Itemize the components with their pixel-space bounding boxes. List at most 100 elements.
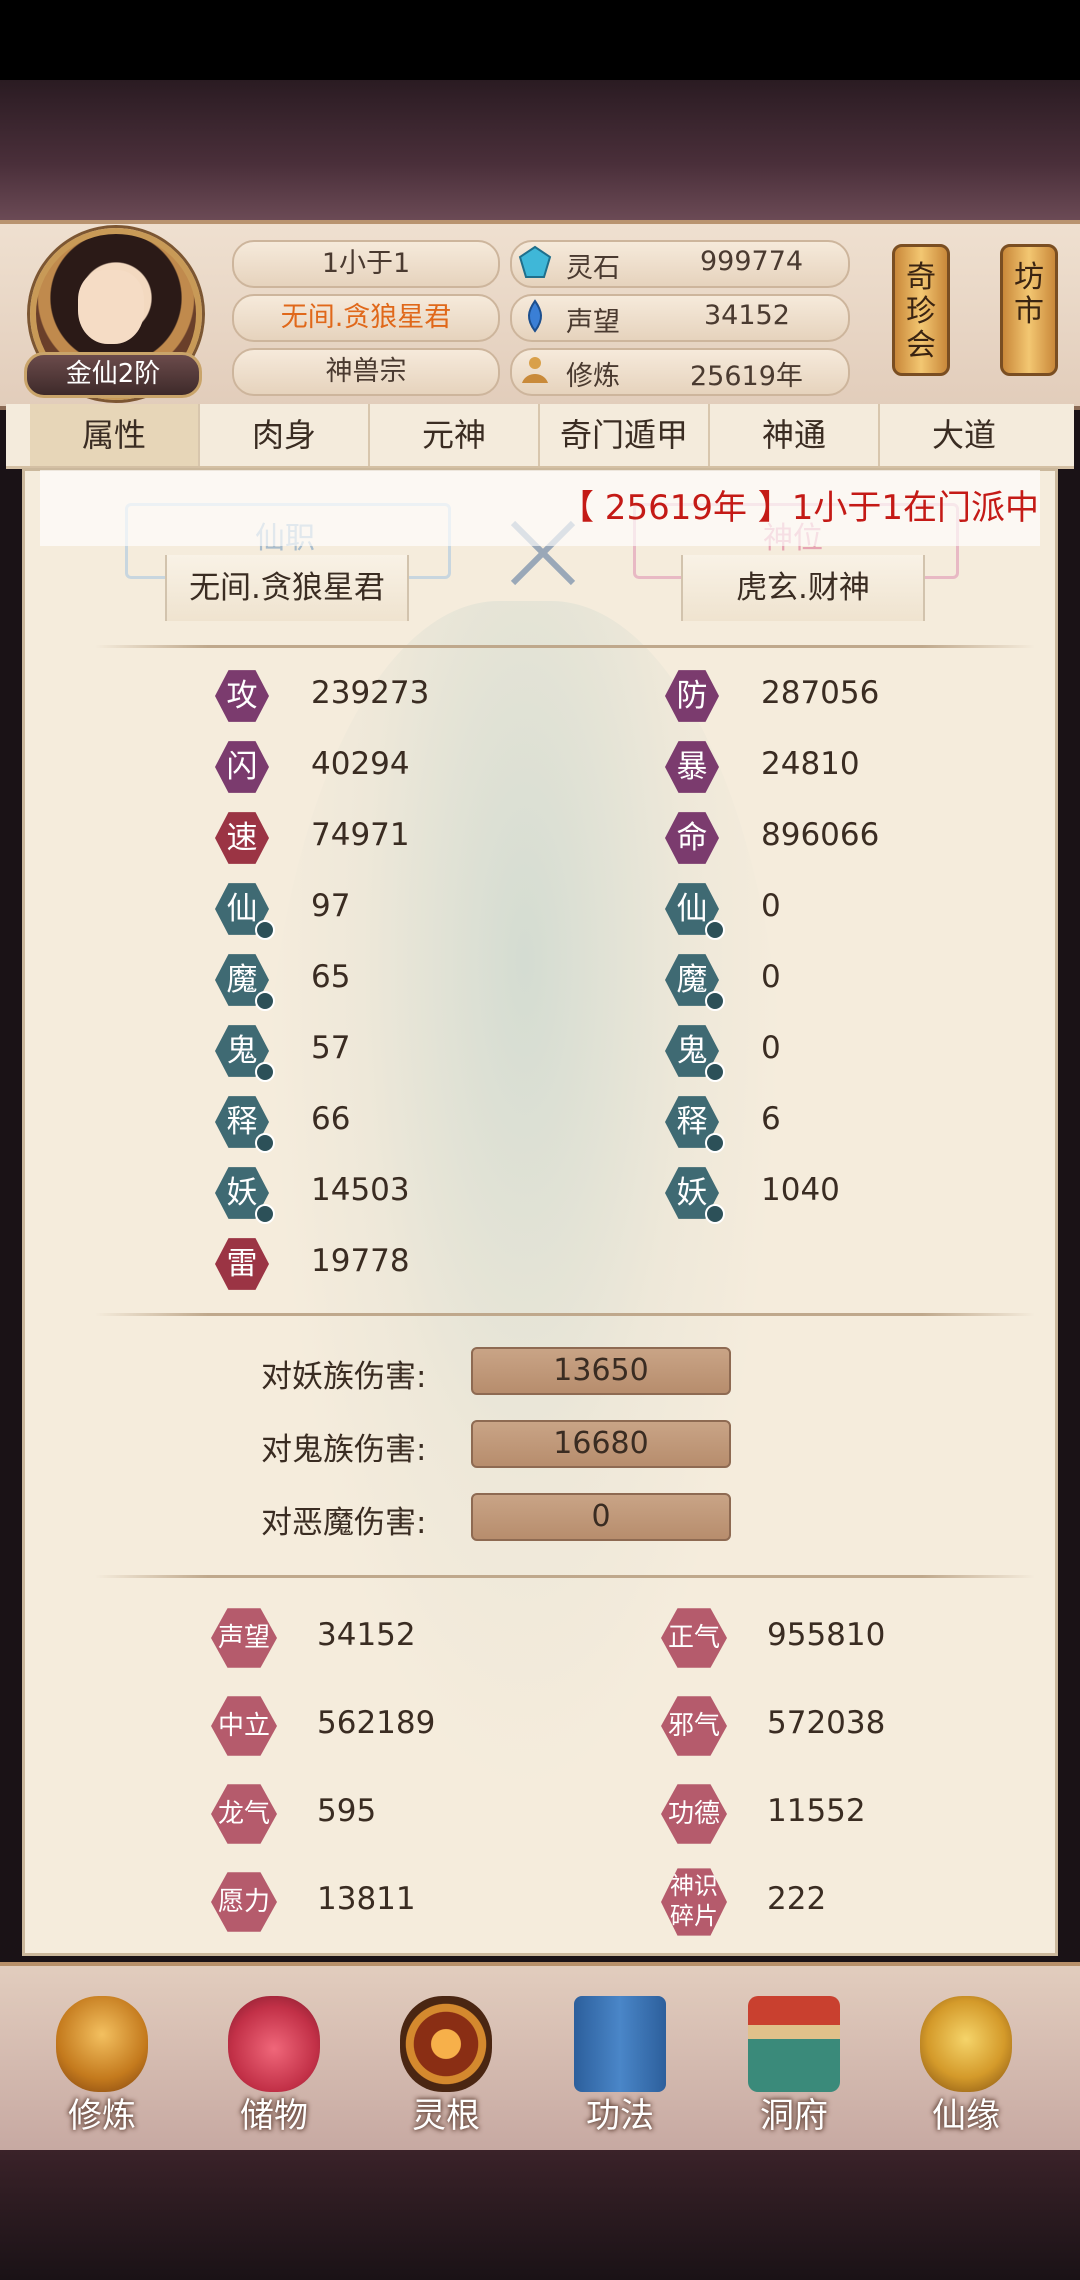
stat-thunder-icon: 雷 [215,1238,269,1290]
attr-neutral-value: 562189 [317,1705,436,1741]
attr-divine-fragment-value: 222 [767,1881,827,1917]
stat-ghost-atk-value: 57 [311,1030,351,1066]
spirit-stone-value: 999774 [700,246,804,277]
stat-demon-def-value: 0 [761,959,781,995]
divider-3 [95,1575,1035,1578]
stat-monster-def-value: 1040 [761,1172,840,1208]
spirit-stone-label: 灵石 [566,253,620,284]
defense-marker-icon [705,1133,725,1153]
stat-attack-value: 239273 [311,675,430,711]
nav-cultivate-label: 修炼 [68,2096,136,2136]
attack-marker-icon [255,1062,275,1082]
market-button[interactable]: 坊市 [1000,244,1058,376]
stat-dodge-value: 40294 [311,746,410,782]
stat-speed-icon: 速 [215,812,269,864]
attributes-panel: 仙职 无间.贪狼星君 神位 虎玄.财神 攻 239273 闪 40294 速 7… [22,468,1058,1956]
avatar-face [78,270,144,344]
nav-storage[interactable]: 储物 [204,1966,344,2150]
tab-dao[interactable]: 大道 [880,404,1048,466]
damage-vs-ghost-value: 16680 [471,1420,731,1468]
triskele-icon [400,1996,492,2092]
nav-techniques[interactable]: 功法 [550,1966,690,2150]
divider-1 [95,645,1035,648]
tab-spirit[interactable]: 元神 [370,404,540,466]
stat-hp-value: 896066 [761,817,880,853]
defense-marker-icon [705,920,725,940]
player-title: 无间.贪狼星君 [232,294,500,342]
nav-techniques-label: 功法 [586,2096,654,2136]
stat-thunder-value: 19778 [311,1243,410,1279]
stat-defense-value: 287056 [761,675,880,711]
stat-immortal-def-value: 0 [761,888,781,924]
defense-marker-icon [705,1204,725,1224]
system-status-bar [0,0,1080,80]
tab-qimen[interactable]: 奇门遁甲 [540,404,710,466]
player-name: 1小于1 [232,240,500,288]
attr-merit-value: 11552 [767,1793,866,1829]
stat-immortal-atk-value: 97 [311,888,351,924]
tab-attributes[interactable]: 属性 [30,404,200,466]
nav-spirit-root-label: 灵根 [412,2096,480,2136]
attr-evil-value: 572038 [767,1705,886,1741]
attr-prestige-icon: 声望 [211,1608,277,1668]
stat-demon-atk-value: 65 [311,959,351,995]
attack-marker-icon [255,920,275,940]
stat-dodge-icon: 闪 [215,741,269,793]
tab-abilities[interactable]: 神通 [710,404,880,466]
book-icon [574,1996,666,2092]
nav-storage-label: 储物 [240,2096,308,2136]
spirit-stone-icon [518,245,552,278]
pavilion-icon [748,1996,840,2092]
cultivation-value: 25619年 [690,361,803,392]
bag-icon [228,1996,320,2092]
prestige-icon [528,299,542,333]
attr-dragon-qi-icon: 龙气 [211,1784,277,1844]
stat-speed-value: 74971 [311,817,410,853]
damage-vs-ghost-label: 对鬼族伤害: [261,1432,427,1468]
treasure-fair-button[interactable]: 奇珍会 [892,244,950,376]
market-label: 坊市 [1014,260,1044,329]
rank-badge: 金仙2阶 [24,352,202,398]
nav-fate-label: 仙缘 [932,2096,1000,2136]
stat-buddha-def-value: 6 [761,1101,781,1137]
cultivation-icon [522,357,548,383]
divider-2 [95,1313,1035,1316]
resource-row-prestige [510,294,850,342]
attack-marker-icon [255,991,275,1011]
nav-cultivate[interactable]: 修炼 [32,1966,172,2150]
stat-ghost-def-value: 0 [761,1030,781,1066]
attr-wish-power-value: 13811 [317,1881,416,1917]
bottom-navigation: 修炼 储物 灵根 功法 洞府 仙缘 [0,1962,1080,2154]
damage-vs-demon-label: 对恶魔伤害: [261,1505,427,1541]
tab-body[interactable]: 肉身 [200,404,370,466]
stat-monster-atk-value: 14503 [311,1172,410,1208]
attr-wish-power-icon: 愿力 [211,1872,277,1932]
damage-vs-demon-value: 0 [471,1493,731,1541]
gourd-icon [920,1996,1012,2092]
attr-prestige-value: 34152 [317,1617,416,1653]
announcement-ticker: 【 25619年 】1小于1在门派中多 [40,470,1040,546]
attack-marker-icon [255,1133,275,1153]
deity-post-value: 虎玄.财神 [681,555,925,621]
treasure-fair-label: 奇珍会 [906,260,936,363]
attr-divine-fragment-icon: 神识 碎片 [661,1868,727,1936]
attr-righteous-value: 955810 [767,1617,886,1653]
attr-dragon-qi-value: 595 [317,1793,377,1829]
prestige-label: 声望 [566,307,620,338]
cultivation-label: 修炼 [566,361,620,392]
nav-fate[interactable]: 仙缘 [896,1966,1036,2150]
nav-cave[interactable]: 洞府 [724,1966,864,2150]
nav-cave-label: 洞府 [760,2096,828,2136]
attack-marker-icon [255,1204,275,1224]
upper-background [0,80,1080,220]
damage-vs-monster-value: 13650 [471,1347,731,1395]
attr-merit-icon: 功德 [661,1784,727,1844]
stat-buddha-atk-value: 66 [311,1101,351,1137]
monk-icon [56,1996,148,2092]
defense-marker-icon [705,1062,725,1082]
damage-vs-monster-label: 对妖族伤害: [261,1359,427,1395]
lower-background [0,2150,1080,2280]
nav-spirit-root[interactable]: 灵根 [376,1966,516,2150]
immortal-post-value: 无间.贪狼星君 [165,555,409,621]
prestige-value: 34152 [704,300,790,331]
